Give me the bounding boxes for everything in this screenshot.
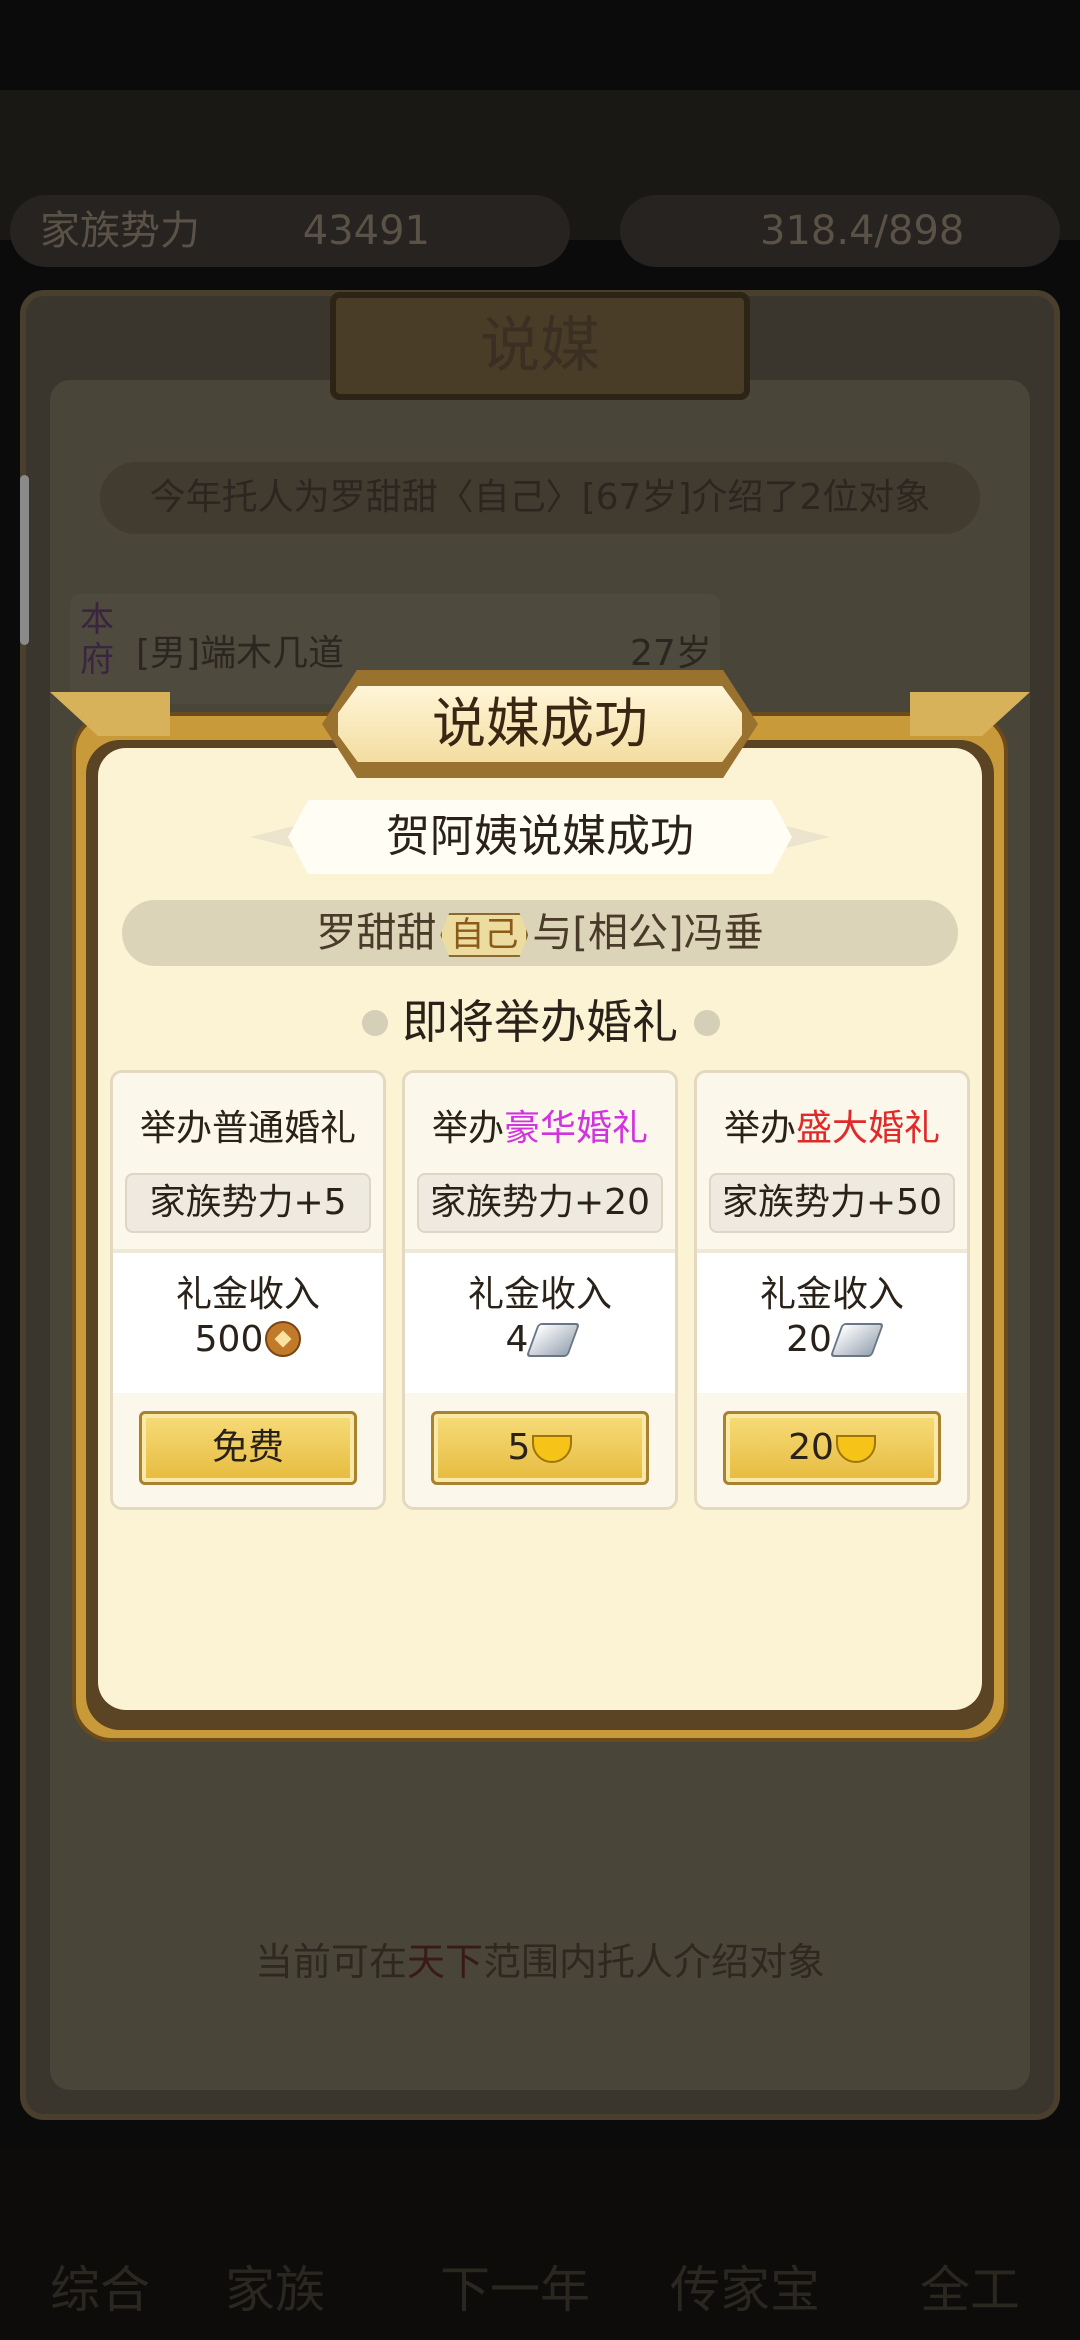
intro-line: 今年托人为罗甜甜〈自己〉[67岁]介绍了2位对象 — [100, 462, 980, 534]
card-title: 举办普通婚礼 — [113, 1099, 383, 1151]
candidate-badge: 本府 — [80, 600, 114, 680]
groom-name: 与[相公]冯垂 — [532, 910, 764, 956]
family-power-bonus: 家族势力+5 — [125, 1173, 371, 1233]
card-title-text: 举办普通婚礼 — [139, 1108, 356, 1149]
income-amount: 4 — [505, 1319, 529, 1360]
family-power-value: 43491 — [302, 208, 430, 254]
panel-title: 说媒 — [330, 292, 750, 400]
nav-item-next-year[interactable]: 下一年 — [440, 2250, 590, 2322]
copper-coin-icon — [265, 1321, 302, 1357]
card-title-highlight: 盛大婚礼 — [796, 1108, 941, 1149]
nav-item-more[interactable]: 全工 — [920, 2250, 1020, 2322]
button-cost: 20 — [788, 1427, 834, 1468]
bride-name: 罗甜甜 — [316, 910, 437, 956]
resource-value: 318.4/898 — [760, 208, 965, 254]
income-value: 4 — [405, 1319, 675, 1360]
luxury-wedding-button[interactable]: 5 — [431, 1411, 649, 1485]
section-dot-right — [694, 1010, 720, 1036]
family-power-label: 家族势力 — [40, 208, 200, 254]
button-cost: 5 — [507, 1427, 531, 1468]
scroll-indicator[interactable] — [20, 475, 29, 645]
wedding-card-luxury: 举办豪华婚礼 家族势力+20 礼金收入 4 5 — [402, 1070, 678, 1510]
nav-item-overview[interactable]: 综合 — [50, 2250, 150, 2322]
nav-item-family[interactable]: 家族 — [225, 2250, 325, 2322]
candidate-age: 27岁 — [630, 633, 712, 674]
gold-ingot-icon — [835, 1435, 876, 1463]
income-label: 礼金收入 — [759, 1274, 904, 1315]
income-amount: 500 — [194, 1319, 264, 1360]
free-wedding-button[interactable]: 免费 — [139, 1411, 357, 1485]
couple-line: 罗甜甜 自己 与[相公]冯垂 — [122, 900, 958, 966]
income-amount: 20 — [786, 1319, 832, 1360]
popup-title: 说媒成功 — [330, 678, 750, 770]
card-title-highlight: 豪华婚礼 — [504, 1108, 649, 1149]
wedding-card-grand: 举办盛大婚礼 家族势力+50 礼金收入 20 20 — [694, 1070, 970, 1510]
success-banner: 贺阿姨说媒成功 — [288, 800, 792, 874]
card-title: 举办豪华婚礼 — [405, 1099, 675, 1151]
gold-ingot-icon — [532, 1435, 573, 1463]
card-title: 举办盛大婚礼 — [697, 1099, 967, 1151]
wedding-card-normal: 举办普通婚礼 家族势力+5 礼金收入 500 免费 — [110, 1070, 386, 1510]
family-power-bonus: 家族势力+20 — [417, 1173, 663, 1233]
bottom-hint-highlight: 天下 — [406, 1940, 483, 1984]
wedding-section-title: 即将举办婚礼 — [402, 995, 678, 1049]
income-label: 礼金收入 — [467, 1274, 612, 1315]
income-label: 礼金收入 — [175, 1274, 320, 1315]
self-tag: 自己 — [440, 913, 529, 957]
bottom-hint-prefix: 当前可在 — [254, 1940, 407, 1984]
nav-item-heirloom[interactable]: 传家宝 — [670, 2250, 820, 2322]
silver-ingot-icon — [829, 1323, 885, 1357]
family-power-bar: 家族势力 43491 — [10, 195, 570, 267]
income-value: 500 — [113, 1319, 383, 1360]
candidate-name: [男]端木几道 — [136, 633, 345, 674]
income-value: 20 — [697, 1319, 967, 1360]
card-title-text: 举办 — [723, 1108, 796, 1149]
silver-ingot-icon — [526, 1323, 581, 1357]
grand-wedding-button[interactable]: 20 — [723, 1411, 941, 1485]
resource-bar: 318.4/898 — [620, 195, 1060, 267]
family-power-bonus: 家族势力+50 — [709, 1173, 955, 1233]
bottom-hint-suffix: 范围内托人介绍对象 — [483, 1940, 826, 1984]
card-title-text: 举办 — [431, 1108, 504, 1149]
bottom-hint: 当前可在天下范围内托人介绍对象 — [160, 1920, 920, 2004]
